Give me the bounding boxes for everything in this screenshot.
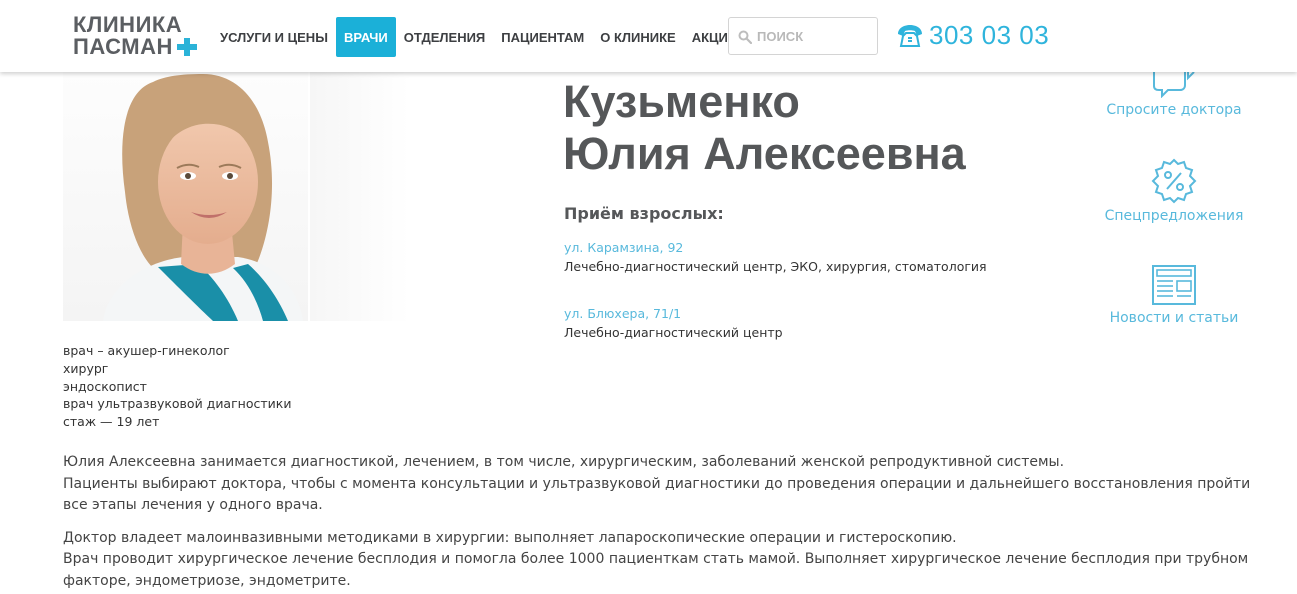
main-nav: УСЛУГИ И ЦЕНЫ ВРАЧИ ОТДЕЛЕНИЯ ПАЦИЕНТАМ … — [212, 17, 745, 57]
search-box — [728, 17, 878, 55]
nav-about-clinic[interactable]: О КЛИНИКЕ — [592, 17, 683, 57]
doctor-specialties: врач – акушер-гинеколог хирург эндоскопи… — [63, 342, 291, 431]
doctor-photo — [63, 72, 308, 321]
nav-departments[interactable]: ОТДЕЛЕНИЯ — [396, 17, 494, 57]
doctor-given-names: Юлия Алексеевна — [563, 128, 966, 179]
chat-bubbles-icon — [1153, 72, 1195, 98]
nav-patients[interactable]: ПАЦИЕНТАМ — [493, 17, 592, 57]
description-line: Врач проводит хирургическое лечение бесп… — [63, 551, 1249, 589]
ask-doctor-label: Спросите доктора — [1106, 102, 1242, 118]
nav-services-prices[interactable]: УСЛУГИ И ЦЕНЫ — [212, 17, 336, 57]
doctor-surname: Кузьменко — [563, 76, 800, 127]
phone-number: 303 03 03 — [929, 20, 1050, 50]
percent-badge-icon — [1151, 158, 1197, 204]
doctor-portrait-image — [103, 74, 303, 321]
specialty-item: хирург — [63, 360, 109, 376]
description-paragraph: Доктор владеет малоинвазивными методикам… — [63, 528, 1263, 593]
description-paragraph: Юлия Алексеевна занимается диагностикой,… — [63, 452, 1263, 517]
description-line: Пациенты выбирают доктора, чтобы с момен… — [63, 475, 1251, 514]
ask-doctor-link[interactable]: Спросите доктора — [1089, 72, 1259, 118]
description-line: Доктор владеет малоинвазивными методикам… — [63, 529, 957, 546]
location-address-blyukhera[interactable]: ул. Блюхера, 71/1 — [564, 306, 681, 321]
experience-item: стаж — 19 лет — [63, 414, 160, 430]
phone-contact[interactable]: 303 03 03 — [895, 20, 1049, 51]
logo-line-1: КЛИНИКА — [73, 12, 183, 37]
location-address-karamzina[interactable]: ул. Карамзина, 92 — [564, 240, 683, 255]
site-header: КЛИНИКА ПАСМАН УСЛУГИ И ЦЕНЫ ВРАЧИ ОТДЕЛ… — [0, 0, 1297, 72]
doctor-description: Юлия Алексеевна занимается диагностикой,… — [63, 452, 1263, 594]
search-input[interactable] — [757, 18, 875, 54]
clinic-logo[interactable]: КЛИНИКА ПАСМАН — [73, 14, 198, 58]
nav-doctors[interactable]: ВРАЧИ — [335, 17, 396, 57]
special-offers-label: Спецпредложения — [1104, 208, 1244, 224]
reception-title: Приём взрослых: — [564, 204, 724, 223]
special-offers-link[interactable]: Спецпредложения — [1089, 158, 1259, 224]
location-description-karamzina: Лечебно-диагностический центр, ЭКО, хиру… — [564, 259, 987, 274]
phone-icon — [898, 24, 922, 47]
specialty-item: врач ультразвуковой диагностики — [63, 396, 292, 412]
specialty-item: эндоскопист — [63, 378, 147, 394]
photo-background — [310, 72, 410, 321]
logo-plus-icon — [177, 38, 197, 56]
description-line: Юлия Алексеевна занимается диагностикой,… — [63, 454, 1065, 470]
location-description-blyukhera: Лечебно-диагностический центр — [564, 325, 783, 340]
specialty-item: врач – акушер-гинеколог — [63, 343, 230, 358]
newspaper-icon — [1152, 265, 1196, 305]
doctor-name: Кузьменко Юлия Алексеевна — [563, 76, 966, 180]
news-articles-link[interactable]: Новости и статьи — [1089, 264, 1259, 326]
news-articles-label: Новости и статьи — [1109, 310, 1239, 326]
search-icon[interactable] — [738, 30, 752, 44]
